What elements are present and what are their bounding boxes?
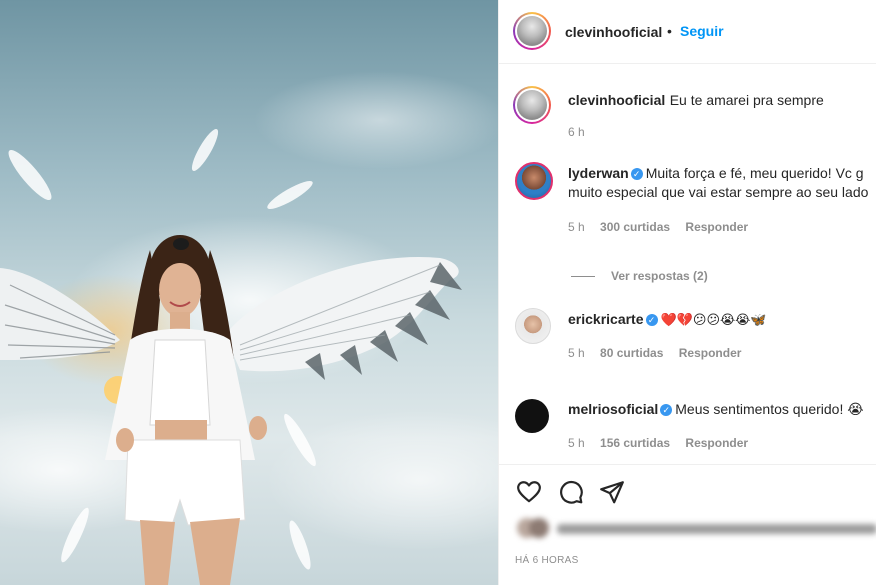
author-avatar[interactable] [513, 12, 551, 50]
post-photo[interactable] [0, 0, 498, 585]
comment-time[interactable]: 5 h [568, 220, 585, 234]
reply-button[interactable]: Responder [679, 346, 742, 360]
caption-avatar[interactable] [513, 86, 551, 124]
instagram-post-view: clevinhooficial • Seguir clevinhooficial… [0, 0, 876, 585]
post-timestamp[interactable]: HÁ 6 HORAS [515, 555, 579, 566]
verified-badge-icon: ✓ [630, 167, 643, 180]
comment-time[interactable]: 5 h [568, 436, 585, 450]
comment-likes[interactable]: 80 curtidas [600, 346, 663, 360]
comment-username[interactable]: lyderwan [568, 165, 629, 181]
comment-avatar-erickricarte[interactable] [515, 308, 551, 344]
post-side-panel: clevinhooficial • Seguir clevinhooficial… [498, 0, 876, 585]
reply-button[interactable]: Responder [685, 436, 748, 450]
caption-time[interactable]: 6 h [568, 125, 585, 139]
post-header: clevinhooficial • Seguir [499, 0, 876, 64]
comment-avatar-melriosoficial[interactable] [515, 399, 549, 433]
comment-username[interactable]: erickricarte [568, 311, 644, 327]
liked-by-row[interactable] [517, 514, 876, 544]
caption-username[interactable]: clevinhooficial [568, 92, 665, 108]
verified-badge-icon: ✓ [645, 313, 658, 326]
comment-time[interactable]: 5 h [568, 346, 585, 360]
separator-dot: • [667, 23, 672, 39]
comment-icon[interactable] [558, 479, 584, 505]
caption: clevinhooficial Eu te amarei pra sempre [568, 92, 824, 110]
view-replies-label: Ver respostas (2) [611, 269, 708, 283]
comment-text-continued: muito especial que vai estar sempre ao s… [568, 184, 869, 200]
comment-likes[interactable]: 156 curtidas [600, 436, 670, 450]
view-replies-button[interactable]: Ver respostas (2) [571, 269, 708, 283]
comment-text: Meus sentimentos querido! 😭 [675, 401, 864, 417]
comment-meta: 5 h 156 curtidas Responder [568, 436, 748, 450]
author-username[interactable]: clevinhooficial [565, 24, 662, 40]
comment-username[interactable]: melriosoficial [568, 401, 658, 417]
comment-lyderwan: lyderwan ✓ Muita força e fé, meu querido! … [568, 165, 864, 183]
comment-text: ❤️💔😕😕😭😭🦋 [660, 313, 767, 328]
comment-erickricarte: erickricarte ✓ ❤️💔😕😕😭😭🦋 [568, 311, 767, 329]
action-bar [499, 464, 876, 504]
reply-button[interactable]: Responder [685, 220, 748, 234]
comment-meta: 5 h 80 curtidas Responder [568, 346, 741, 360]
angel-illustration [0, 129, 462, 585]
comment-meta: 5 h 300 curtidas Responder [568, 220, 748, 234]
share-icon[interactable] [599, 479, 625, 505]
comment-melriosoficial: melriosoficial ✓ Meus sentimentos querido!… [568, 401, 864, 419]
heart-icon[interactable] [516, 479, 542, 505]
replies-line [571, 276, 595, 278]
verified-badge-icon: ✓ [660, 403, 673, 416]
comment-likes[interactable]: 300 curtidas [600, 220, 670, 234]
comment-avatar-lyderwan[interactable] [515, 162, 553, 200]
comment-text: Muita força e fé, meu querido! Vc g [645, 165, 864, 181]
follow-button[interactable]: Seguir [680, 23, 724, 39]
caption-text: Eu te amarei pra sempre [669, 92, 824, 108]
